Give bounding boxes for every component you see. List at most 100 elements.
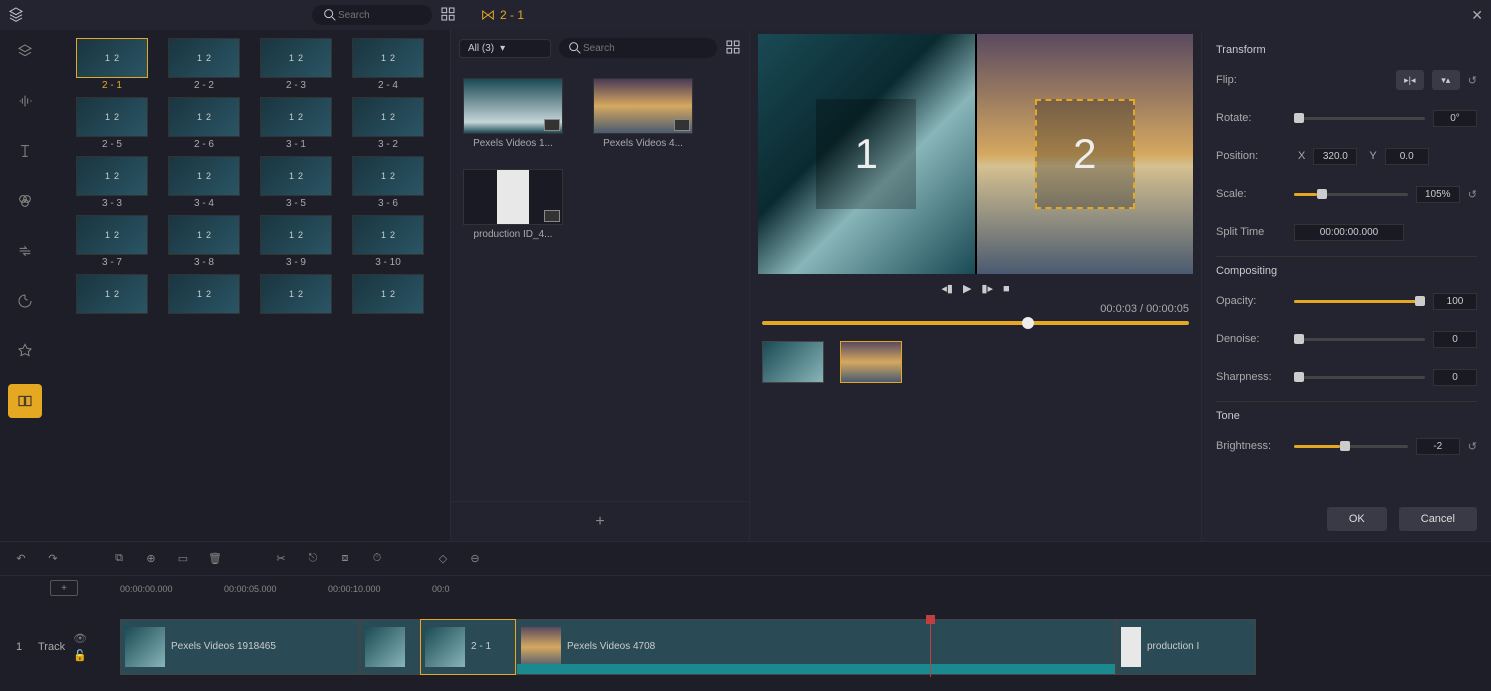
timeline-clip[interactable]: Pexels Videos 1918465 [120, 619, 360, 675]
brightness-value[interactable] [1416, 438, 1460, 455]
scale-value[interactable] [1416, 186, 1460, 203]
tool-cut-icon[interactable]: ✂ [272, 552, 290, 565]
split-time[interactable] [1294, 224, 1404, 241]
sidebar-audio-icon[interactable] [8, 84, 42, 118]
sidebar-elements-icon[interactable] [8, 334, 42, 368]
sidebar-media-icon[interactable] [8, 34, 42, 68]
tool-speed-icon[interactable]: ⏱ [368, 552, 386, 565]
sharpness-value[interactable] [1433, 369, 1477, 386]
clip-name: 2 - 1 [471, 641, 491, 652]
panel-title: 2 - 1 [480, 7, 524, 23]
position-x[interactable] [1313, 148, 1357, 165]
search-icon [567, 40, 583, 56]
flip-horizontal-button[interactable]: ▸|◂ [1396, 70, 1424, 90]
template-thumb[interactable]: 12 [76, 274, 148, 314]
template-thumb[interactable]: 12 [76, 156, 148, 196]
tool-split-icon[interactable]: ⎋ [304, 552, 322, 565]
tool-delete-icon[interactable]: 🗑 [206, 552, 224, 565]
template-thumb[interactable]: 12 [168, 274, 240, 314]
reset-flip-icon[interactable]: ↺ [1468, 74, 1477, 87]
tool-crop-icon[interactable]: ⧈ [336, 552, 354, 565]
scale-slider[interactable] [1294, 193, 1408, 196]
sidebar-transitions-icon[interactable] [8, 234, 42, 268]
next-frame-button[interactable]: ▮▸ [981, 282, 993, 295]
preview-pane[interactable]: 2 [977, 34, 1194, 274]
grid-view-icon[interactable] [440, 6, 456, 25]
visibility-icon[interactable]: 👁 [73, 632, 87, 645]
template-thumb[interactable]: 12 [260, 38, 332, 78]
clip-thumb[interactable] [463, 78, 563, 134]
sharpness-slider[interactable] [1294, 376, 1425, 379]
template-thumb[interactable]: 12 [168, 38, 240, 78]
search-top[interactable] [312, 5, 432, 25]
template-thumb[interactable]: 12 [76, 38, 148, 78]
template-thumb[interactable]: 12 [260, 274, 332, 314]
reset-brightness-icon[interactable]: ↺ [1468, 440, 1477, 453]
template-thumb[interactable]: 12 [260, 97, 332, 137]
template-thumb[interactable]: 12 [352, 38, 424, 78]
timeline-clip[interactable] [360, 619, 420, 675]
lock-icon[interactable]: 🔓 [73, 649, 87, 662]
search-input-top[interactable] [338, 10, 418, 21]
timeline-clip[interactable]: 2 - 1 [420, 619, 516, 675]
denoise-value[interactable] [1433, 331, 1477, 348]
chevron-down-icon: ▾ [500, 43, 505, 54]
rotate-slider[interactable] [1294, 117, 1425, 120]
clip-thumb[interactable] [463, 169, 563, 225]
position-y[interactable] [1385, 148, 1429, 165]
tool-tag-icon[interactable]: ◇ [434, 552, 452, 565]
add-clip-button[interactable]: + [451, 501, 749, 541]
template-thumb[interactable]: 12 [76, 97, 148, 137]
template-thumb[interactable]: 12 [352, 156, 424, 196]
preview-thumb-1[interactable] [762, 341, 824, 383]
clip-thumb[interactable] [593, 78, 693, 134]
template-thumb[interactable]: 12 [168, 97, 240, 137]
playhead[interactable] [930, 617, 931, 677]
denoise-slider[interactable] [1294, 338, 1425, 341]
brightness-slider[interactable] [1294, 445, 1408, 448]
timeline-ruler[interactable]: + 00:00:00.000 00:00:05.000 00:00:10.000… [0, 576, 1491, 602]
template-thumb[interactable]: 12 [260, 215, 332, 255]
close-button[interactable]: ✕ [1471, 7, 1483, 24]
filter-dropdown[interactable]: All (3) ▾ [459, 39, 551, 58]
stop-button[interactable]: ■ [1003, 283, 1010, 295]
reset-scale-icon[interactable]: ↺ [1468, 188, 1477, 201]
cancel-button[interactable]: Cancel [1399, 507, 1477, 531]
timeline-clip[interactable]: Pexels Videos 4708 [516, 619, 1116, 675]
redo-button[interactable]: ↷ [44, 552, 62, 565]
tool-marker-icon[interactable]: ⧉ [110, 552, 128, 565]
opacity-value[interactable] [1433, 293, 1477, 310]
add-track-button[interactable]: + [50, 580, 78, 596]
template-thumb[interactable]: 12 [168, 156, 240, 196]
scrub-bar[interactable] [762, 321, 1189, 325]
opacity-slider[interactable] [1294, 300, 1425, 303]
search-clips[interactable] [559, 38, 717, 58]
template-thumb[interactable]: 12 [352, 215, 424, 255]
ok-button[interactable]: OK [1327, 507, 1387, 531]
sidebar-splitscreen-icon[interactable] [8, 384, 42, 418]
rotate-value[interactable] [1433, 110, 1477, 127]
template-label: 3 - 10 [375, 257, 401, 268]
flip-vertical-button[interactable]: ▾▴ [1432, 70, 1460, 90]
y-label: Y [1369, 150, 1376, 162]
tool-zoomout-icon[interactable]: ⊖ [466, 552, 484, 565]
template-thumb[interactable]: 12 [352, 97, 424, 137]
template-thumb[interactable]: 12 [76, 215, 148, 255]
template-thumb[interactable]: 12 [168, 215, 240, 255]
template-thumb[interactable]: 12 [352, 274, 424, 314]
template-thumb[interactable]: 12 [260, 156, 332, 196]
timeline-clip[interactable]: production I [1116, 619, 1256, 675]
sidebar-text-icon[interactable] [8, 134, 42, 168]
preview-thumb-2[interactable] [840, 341, 902, 383]
play-button[interactable]: ▶ [963, 282, 971, 295]
tool-folder-icon[interactable]: ▭ [174, 552, 192, 565]
tool-add-icon[interactable]: ⊕ [142, 552, 160, 565]
sidebar-filters-icon[interactable] [8, 184, 42, 218]
sidebar-motion-icon[interactable] [8, 284, 42, 318]
prev-frame-button[interactable]: ◂▮ [941, 282, 953, 295]
denoise-label: Denoise: [1216, 333, 1286, 345]
preview-pane[interactable]: 1 [758, 34, 975, 274]
search-input-clips[interactable] [583, 43, 663, 54]
undo-button[interactable]: ↶ [12, 552, 30, 565]
grid-view-icon[interactable] [725, 39, 741, 58]
